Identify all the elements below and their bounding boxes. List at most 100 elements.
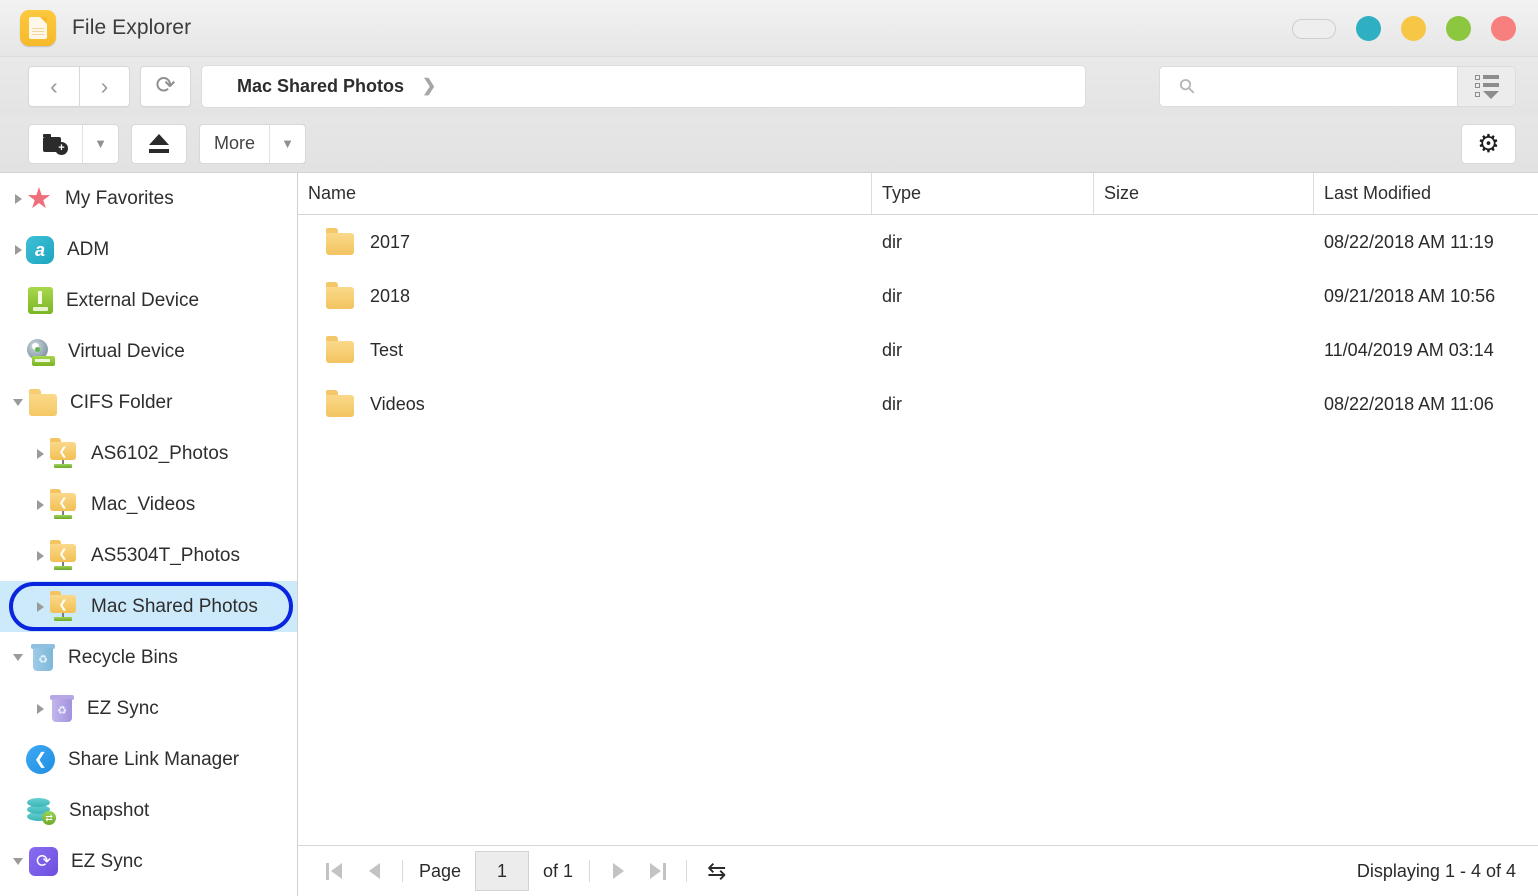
expand-triangle-icon[interactable]: [37, 601, 44, 612]
sidebar-item-as6102-photos[interactable]: ❮ AS6102_Photos: [0, 428, 297, 479]
expand-triangle-icon[interactable]: [37, 448, 44, 459]
column-header-last-modified[interactable]: Last Modified: [1314, 173, 1538, 214]
folder-icon: [29, 388, 57, 416]
sidebar-item-ez-sync[interactable]: ⟳ EZ Sync: [0, 836, 297, 887]
chevron-right-icon: ›: [100, 72, 109, 99]
search-area: ⚲: [1159, 66, 1516, 107]
more-label: More: [214, 133, 256, 153]
sidebar-item-label: Recycle Bins: [68, 646, 178, 668]
cell-name: Test: [298, 336, 872, 363]
gear-icon: ⚙: [1477, 129, 1500, 158]
close-dot[interactable]: [1491, 16, 1516, 41]
shared-folder-icon: ❮: [48, 488, 78, 520]
sidebar-item-adm[interactable]: a ADM: [0, 224, 297, 275]
view-list-dropdown-icon: [1474, 74, 1499, 99]
file-name: Videos: [370, 393, 425, 414]
star-icon: ★: [26, 182, 52, 215]
file-explorer-icon: [20, 10, 56, 46]
search-icon: ⚲: [1174, 73, 1201, 100]
sidebar-item-label: EZ Sync: [71, 850, 143, 872]
sidebar-item-cifs-folder[interactable]: CIFS Folder: [0, 377, 297, 428]
column-header-name[interactable]: Name: [298, 173, 872, 214]
sidebar: ★ My Favorites a ADM External Device Virtual …: [0, 173, 298, 896]
expand-triangle-icon[interactable]: [37, 550, 44, 561]
cell-type: dir: [882, 285, 903, 306]
sidebar-item-external-device[interactable]: External Device: [0, 275, 297, 326]
file-name: Test: [370, 339, 404, 360]
prev-page-button[interactable]: [354, 854, 394, 888]
table-row[interactable]: 2017 dir 08/22/2018 AM 11:19: [298, 215, 1538, 269]
sidebar-item-virtual-device[interactable]: Virtual Device: [0, 326, 297, 377]
minimize-dot[interactable]: [1401, 16, 1426, 41]
first-page-button[interactable]: [314, 854, 354, 888]
next-page-button[interactable]: [598, 854, 638, 888]
more-button[interactable]: More: [200, 125, 269, 163]
sidebar-item-label: AS5304T_Photos: [91, 544, 240, 566]
settings-button[interactable]: ⚙: [1461, 124, 1516, 164]
cell-name: Videos: [298, 390, 872, 417]
collapse-triangle-icon[interactable]: [13, 858, 23, 865]
column-header-type[interactable]: Type: [872, 173, 1094, 214]
expand-triangle-icon[interactable]: [37, 703, 44, 714]
new-folder-split-button: + ▼: [28, 123, 119, 164]
view-options-button[interactable]: [1457, 67, 1515, 106]
new-folder-button[interactable]: +: [29, 125, 82, 163]
more-dropdown[interactable]: ▼: [269, 124, 305, 163]
breadcrumb[interactable]: Mac Shared Photos ❯: [201, 64, 1086, 108]
folder-icon: [326, 282, 354, 309]
collapse-triangle-icon[interactable]: [13, 654, 23, 661]
column-header-size[interactable]: Size: [1094, 173, 1314, 214]
expand-triangle-icon[interactable]: [15, 193, 22, 204]
file-list-rows: 2017 dir 08/22/2018 AM 11:19 2018 dir 09/21/2…: [298, 215, 1538, 845]
sidebar-item-mac-videos[interactable]: ❮ Mac_Videos: [0, 479, 297, 530]
sidebar-item-ez-sync[interactable]: ♻ EZ Sync: [0, 683, 297, 734]
chevron-left-icon: ‹: [50, 72, 58, 99]
teal-dot[interactable]: [1356, 16, 1381, 41]
sidebar-item-label: External Device: [66, 289, 200, 311]
chevron-down-icon: ▼: [94, 136, 107, 151]
cell-last-modified: 08/22/2018 AM 11:19: [1324, 231, 1494, 252]
folder-icon: [326, 390, 354, 417]
expand-triangle-icon[interactable]: [15, 244, 22, 255]
sidebar-item-label: Virtual Device: [68, 340, 185, 362]
new-folder-dropdown[interactable]: ▼: [82, 124, 118, 163]
file-list-pane: Name Type Size Last Modified 2017 dir 08/2…: [298, 173, 1538, 896]
table-row[interactable]: Videos dir 08/22/2018 AM 11:06: [298, 377, 1538, 431]
divider: [589, 860, 591, 882]
file-name: 2018: [370, 285, 411, 306]
navigation-toolbar: ‹ › ⟳ Mac Shared Photos ❯ ⚲: [0, 57, 1538, 115]
eject-button[interactable]: [132, 125, 186, 163]
refresh-button[interactable]: ⟳: [140, 65, 191, 107]
cell-last-modified: 08/22/2018 AM 11:06: [1324, 393, 1494, 414]
refresh-list-button[interactable]: ⇆: [707, 858, 726, 885]
sidebar-item-share-link-manager[interactable]: ❮ Share Link Manager: [0, 734, 297, 785]
page-number-input[interactable]: 1: [475, 851, 530, 891]
breadcrumb-current[interactable]: Mac Shared Photos: [237, 76, 404, 97]
more-split-button: More ▼: [199, 123, 307, 164]
expand-triangle-icon[interactable]: [37, 499, 44, 510]
sidebar-item-my-favorites[interactable]: ★ My Favorites: [0, 173, 297, 224]
cell-type: dir: [882, 393, 903, 414]
table-row[interactable]: 2018 dir 09/21/2018 AM 10:56: [298, 269, 1538, 323]
adm-icon: a: [26, 235, 54, 264]
sidebar-item-label: CIFS Folder: [70, 391, 173, 413]
sidebar-item-as5304t-photos[interactable]: ❮ AS5304T_Photos: [0, 530, 297, 581]
window-pill-button[interactable]: [1292, 18, 1336, 39]
maximize-dot[interactable]: [1446, 16, 1471, 41]
divider: [402, 860, 403, 882]
sidebar-item-recycle-bins[interactable]: ♻ Recycle Bins: [0, 632, 297, 683]
search-input[interactable]: ⚲: [1160, 67, 1457, 106]
table-row[interactable]: Test dir 11/04/2019 AM 03:14: [298, 323, 1538, 377]
eject-icon: [146, 133, 172, 154]
sidebar-item-snapshot[interactable]: ⇄ Snapshot: [0, 785, 297, 836]
chevron-right-icon: ❯: [422, 76, 437, 95]
sidebar-item-mac-shared-photos[interactable]: ❮ Mac Shared Photos: [0, 581, 297, 632]
back-button[interactable]: ‹: [28, 65, 79, 107]
sidebar-item-label: EZ Sync: [87, 697, 159, 719]
forward-button[interactable]: ›: [79, 65, 130, 107]
last-page-button[interactable]: [638, 854, 678, 888]
cell-name: 2017: [298, 228, 872, 255]
collapse-triangle-icon[interactable]: [13, 399, 23, 406]
